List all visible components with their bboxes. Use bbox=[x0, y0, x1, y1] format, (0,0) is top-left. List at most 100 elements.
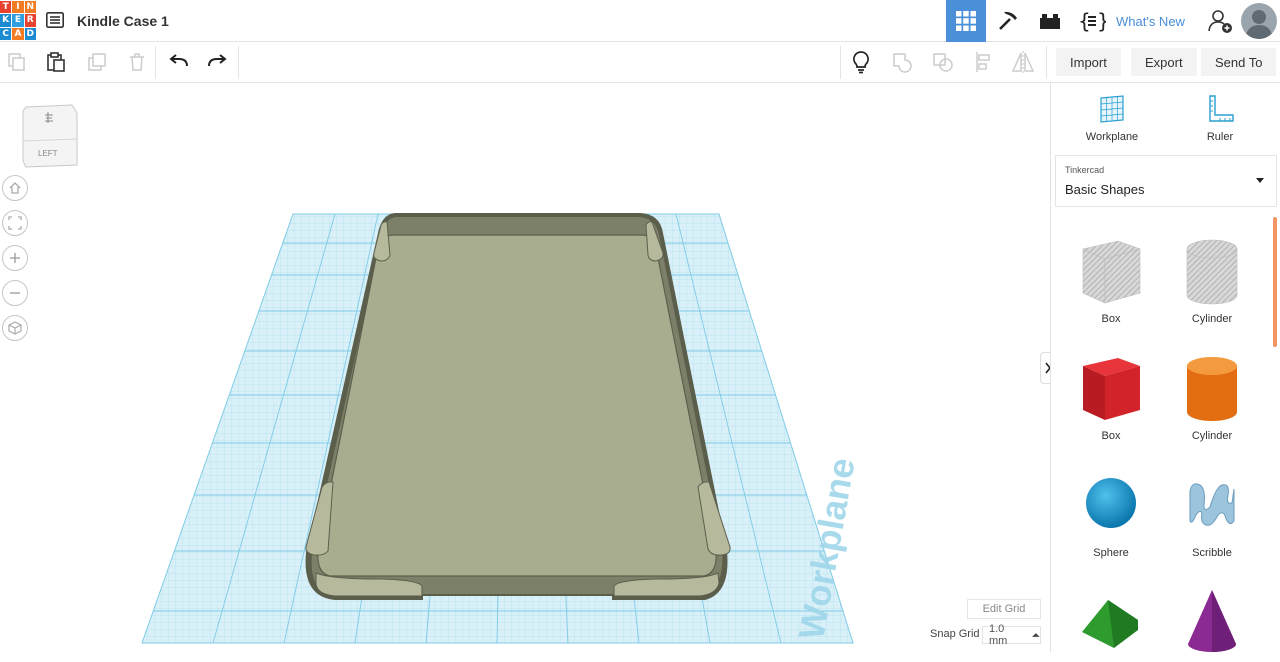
shape-label: Cylinder bbox=[1191, 313, 1233, 325]
logo-letter: K bbox=[0, 14, 12, 27]
3d-viewport[interactable]: Workplane LEFT Edit Grid Snap Grid 1.0 m… bbox=[0, 83, 1050, 652]
lightbulb-icon bbox=[853, 51, 869, 74]
export-button[interactable]: Export bbox=[1131, 48, 1197, 76]
plus-icon bbox=[10, 253, 20, 263]
copy-button[interactable] bbox=[4, 49, 30, 75]
snap-grid-select[interactable]: 1.0 mm bbox=[982, 623, 1041, 647]
view-cube-face-label: LEFT bbox=[38, 149, 58, 158]
top-bar: T I N K E R C A D Kindle Case 1 {} What'… bbox=[0, 0, 1280, 42]
logo-letter: N bbox=[24, 1, 36, 14]
shapes-scrollbar[interactable] bbox=[1273, 217, 1277, 347]
undo-button[interactable] bbox=[166, 49, 192, 75]
logo-letter: E bbox=[12, 14, 24, 27]
avatar[interactable] bbox=[1241, 3, 1277, 39]
send-to-button[interactable]: Send To bbox=[1201, 48, 1277, 76]
redo-icon bbox=[208, 54, 227, 67]
duplicate-icon bbox=[88, 53, 106, 71]
shape-label: Box bbox=[1101, 313, 1121, 325]
shape-scribble[interactable]: Scribble bbox=[1162, 469, 1262, 559]
view-cube[interactable]: LEFT bbox=[22, 103, 78, 174]
fit-view-button[interactable] bbox=[2, 210, 28, 236]
box-hole-icon bbox=[1082, 240, 1141, 304]
box-icon bbox=[1083, 358, 1140, 420]
toolbar-divider bbox=[840, 46, 841, 79]
shape-label: Cylinder bbox=[1191, 430, 1233, 442]
edit-toolbar: Import Export Send To bbox=[0, 42, 1280, 83]
code-braces-icon: {} bbox=[1078, 9, 1106, 33]
cone-icon bbox=[1188, 590, 1236, 652]
grid-icon bbox=[956, 11, 976, 31]
home-view-button[interactable] bbox=[2, 175, 28, 201]
group-button[interactable] bbox=[890, 49, 916, 75]
invite-user-button[interactable] bbox=[1200, 0, 1240, 42]
add-user-icon bbox=[1208, 10, 1232, 33]
group-icon bbox=[893, 53, 912, 73]
tinkercad-logo[interactable]: T I N K E R C A D bbox=[0, 1, 36, 40]
perspective-toggle-button[interactable] bbox=[2, 315, 28, 341]
perspective-cube-icon bbox=[8, 321, 22, 335]
workplane-icon bbox=[1100, 95, 1124, 123]
shape-box-hole[interactable]: Box bbox=[1061, 235, 1161, 325]
codeblocks-view-button[interactable]: {} bbox=[1072, 0, 1112, 42]
ungroup-icon bbox=[933, 53, 953, 72]
shape-library-select[interactable]: Tinkercad Basic Shapes bbox=[1055, 155, 1277, 207]
zoom-out-button[interactable] bbox=[2, 280, 28, 306]
design-list-icon[interactable] bbox=[46, 12, 64, 33]
shape-label: Scribble bbox=[1192, 547, 1232, 559]
shape-cylinder[interactable]: Cylinder bbox=[1162, 352, 1262, 442]
shape-roof[interactable] bbox=[1061, 586, 1161, 662]
workplane-tool[interactable]: Workplane bbox=[1072, 93, 1152, 143]
pickaxe-icon bbox=[999, 11, 1017, 30]
cylinder-icon bbox=[1187, 357, 1237, 421]
ruler-tool[interactable]: Ruler bbox=[1180, 93, 1260, 143]
snap-grid-value: 1.0 mm bbox=[989, 623, 1008, 647]
svg-text:}: } bbox=[1097, 9, 1106, 33]
shape-sphere[interactable]: Sphere bbox=[1061, 469, 1161, 559]
edit-grid-button[interactable]: Edit Grid bbox=[967, 599, 1041, 619]
sphere-icon bbox=[1086, 478, 1136, 528]
shape-label: Box bbox=[1101, 430, 1121, 442]
workplane-scene[interactable]: Workplane bbox=[0, 83, 1050, 652]
logo-letter: D bbox=[24, 27, 36, 40]
cylinder-hole-icon bbox=[1186, 239, 1238, 305]
document-title[interactable]: Kindle Case 1 bbox=[77, 13, 169, 29]
bricks-view-button[interactable] bbox=[1030, 0, 1070, 42]
mirror-button[interactable] bbox=[1010, 49, 1036, 75]
toolbar-divider bbox=[238, 46, 239, 79]
redo-button[interactable] bbox=[204, 49, 230, 75]
shape-box[interactable]: Box bbox=[1061, 352, 1161, 442]
ruler-tool-label: Ruler bbox=[1206, 131, 1234, 143]
workplane-tool-label: Workplane bbox=[1085, 131, 1139, 143]
shapes-panel: Workplane Ruler Tinkercad Basic Shapes B… bbox=[1050, 83, 1280, 652]
3d-design-view-button[interactable] bbox=[946, 0, 986, 42]
blocks-view-button[interactable] bbox=[988, 0, 1028, 42]
brick-icon bbox=[1040, 14, 1060, 29]
snap-grid-label: Snap Grid bbox=[930, 628, 980, 640]
duplicate-button[interactable] bbox=[84, 49, 110, 75]
zoom-in-button[interactable] bbox=[2, 245, 28, 271]
library-source-label: Tinkercad bbox=[1065, 165, 1105, 175]
align-icon bbox=[976, 52, 990, 72]
logo-letter: T bbox=[0, 1, 12, 14]
shape-cone[interactable] bbox=[1162, 586, 1262, 662]
paste-icon bbox=[47, 52, 65, 72]
logo-letter: A bbox=[12, 27, 24, 40]
shape-label: Sphere bbox=[1093, 547, 1129, 559]
mirror-icon bbox=[1011, 51, 1035, 73]
roof-icon bbox=[1082, 600, 1138, 648]
caret-up-icon bbox=[1032, 633, 1040, 637]
import-button[interactable]: Import bbox=[1056, 48, 1121, 76]
fit-view-icon bbox=[8, 216, 22, 230]
trash-icon bbox=[130, 53, 144, 71]
shape-cylinder-hole[interactable]: Cylinder bbox=[1162, 235, 1262, 325]
align-button[interactable] bbox=[971, 49, 997, 75]
user-avatar-icon bbox=[1245, 10, 1273, 39]
copy-icon bbox=[8, 53, 25, 71]
toolbar-divider bbox=[155, 46, 156, 79]
whats-new-link[interactable]: What's New bbox=[1116, 14, 1185, 29]
delete-button[interactable] bbox=[124, 49, 150, 75]
ungroup-button[interactable] bbox=[930, 49, 956, 75]
paste-button[interactable] bbox=[43, 49, 69, 75]
home-icon bbox=[9, 182, 21, 194]
notes-button[interactable] bbox=[848, 49, 874, 75]
